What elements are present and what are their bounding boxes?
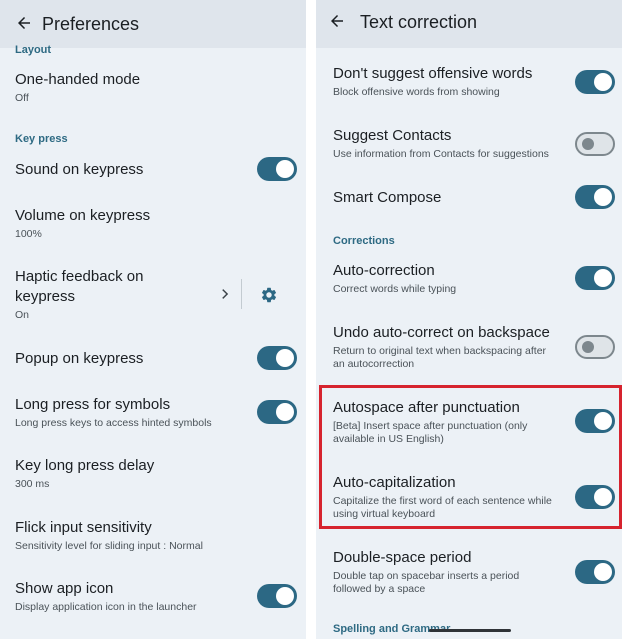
top-app-bar: Text correction: [316, 0, 622, 48]
setting-description-line2: an autocorrection: [333, 358, 415, 370]
setting-description-line1: Double tap on spacebar inserts a period: [333, 570, 520, 582]
toggle-knob: [594, 73, 612, 91]
toggle-knob: [582, 138, 594, 150]
setting-title: Auto-correction: [333, 262, 435, 279]
setting-title: Double-space period: [333, 549, 472, 566]
gear-icon: [261, 287, 277, 303]
chevron-right-icon: [222, 289, 229, 299]
offensive-words-toggle[interactable]: [575, 70, 615, 94]
section-header-layout: Layout: [15, 44, 52, 56]
setting-title: Undo auto-correct on backspace: [333, 324, 550, 341]
setting-title-line2: keypress: [15, 288, 76, 305]
undo-auto-correct-toggle[interactable]: [575, 335, 615, 359]
toggle-knob: [276, 587, 294, 605]
setting-description-line2: followed by a space: [333, 583, 426, 595]
section-header-key-press: Key press: [15, 133, 68, 145]
toggle-knob: [594, 188, 612, 206]
auto-correction-toggle[interactable]: [575, 266, 615, 290]
suggest-contacts-toggle[interactable]: [575, 132, 615, 156]
setting-title: Popup on keypress: [15, 350, 144, 367]
setting-description-line1: Return to original text when backspacing…: [333, 345, 547, 357]
setting-description: Sensitivity level for sliding input : No…: [15, 540, 203, 552]
gesture-navigation-bar: [429, 629, 511, 632]
toggle-knob: [276, 160, 294, 178]
haptic-settings-button[interactable]: [256, 282, 282, 308]
toggle-knob: [276, 349, 294, 367]
setting-title: Don't suggest offensive words: [333, 65, 533, 82]
setting-title: Smart Compose: [333, 189, 442, 206]
double-space-period-toggle[interactable]: [575, 560, 615, 584]
toggle-knob: [594, 269, 612, 287]
toggle-knob: [594, 563, 612, 581]
setting-value: Off: [15, 92, 29, 104]
popup-on-keypress-toggle[interactable]: [257, 346, 297, 370]
setting-value: 300 ms: [15, 478, 50, 490]
setting-title: Flick input sensitivity: [15, 519, 152, 536]
toggle-knob: [582, 341, 594, 353]
setting-value: 100%: [15, 228, 42, 240]
section-header-corrections: Corrections: [333, 235, 395, 247]
setting-title: One-handed mode: [15, 71, 141, 88]
smart-compose-toggle[interactable]: [575, 185, 615, 209]
text-correction-screen: Text correction Don't suggest offensive …: [316, 0, 622, 639]
preferences-screen: Preferences Layout One-handed mode Off K…: [0, 0, 306, 639]
back-button[interactable]: [9, 8, 39, 38]
page-title: Preferences: [42, 14, 140, 34]
sound-on-keypress-toggle[interactable]: [257, 157, 297, 181]
setting-description: Long press keys to access hinted symbols: [15, 417, 212, 429]
show-app-icon-toggle[interactable]: [257, 584, 297, 608]
divider: [241, 279, 242, 309]
setting-title: Show app icon: [15, 580, 114, 597]
page-title: Text correction: [360, 12, 478, 32]
setting-title: Sound on keypress: [15, 161, 144, 178]
setting-description: Use information from Contacts for sugges…: [333, 148, 549, 160]
top-app-bar: Preferences: [0, 0, 306, 48]
setting-title-line1: Haptic feedback on: [15, 268, 144, 285]
long-press-for-symbols-toggle[interactable]: [257, 400, 297, 424]
arrow-back-icon: [331, 15, 343, 27]
toggle-knob: [276, 403, 294, 421]
setting-title: Key long press delay: [15, 457, 155, 474]
setting-description: Correct words while typing: [333, 283, 457, 295]
setting-title: Suggest Contacts: [333, 127, 452, 144]
arrow-back-icon: [18, 17, 30, 29]
setting-title: Long press for symbols: [15, 396, 171, 413]
setting-value: On: [15, 309, 30, 321]
setting-description: Block offensive words from showing: [333, 86, 500, 98]
setting-title: Volume on keypress: [15, 207, 151, 224]
highlight-box: [319, 385, 622, 529]
back-button[interactable]: [322, 6, 352, 36]
setting-description: Display application icon in the launcher: [15, 601, 197, 613]
